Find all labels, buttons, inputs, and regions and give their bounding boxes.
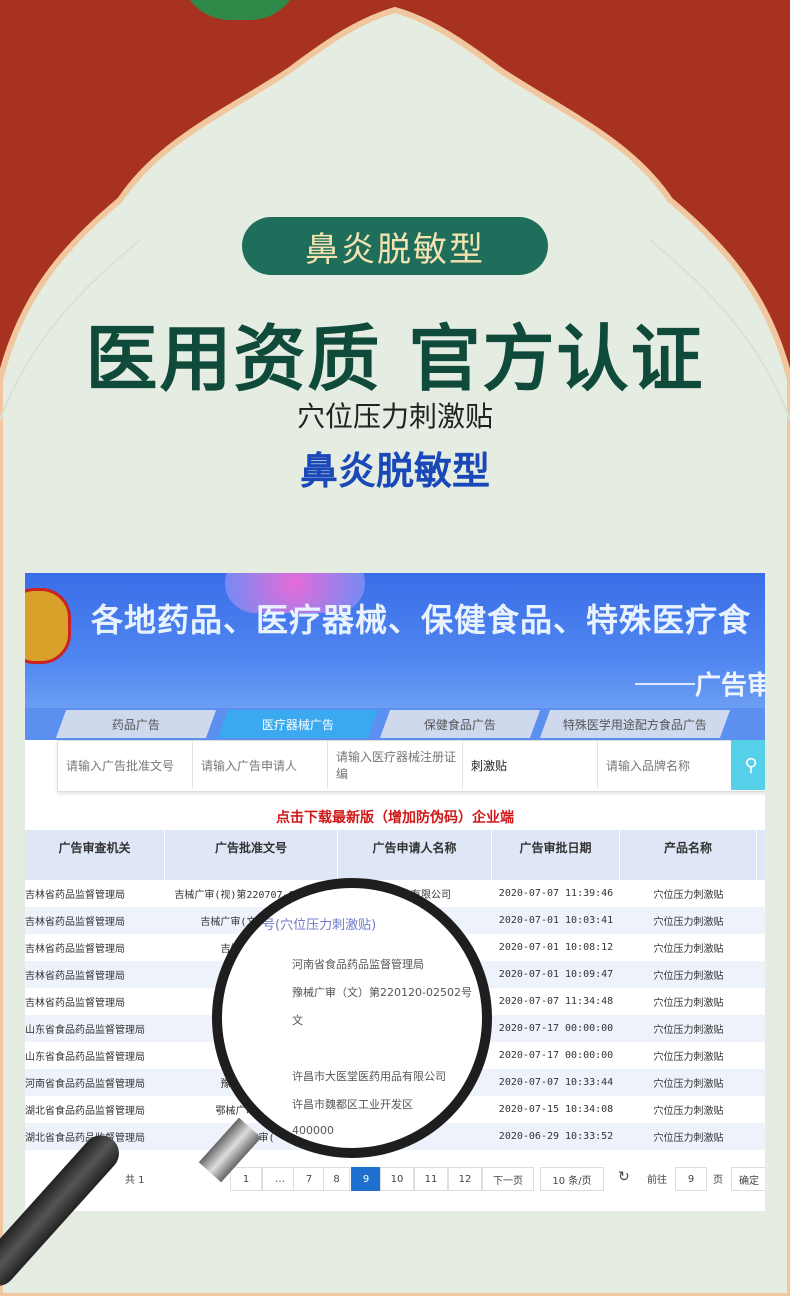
table-cell: 2020-07-01 10:09:47 [498, 969, 614, 980]
table-cell: 穴位压力刺激贴 [653, 998, 724, 1009]
download-link[interactable]: 点击下载最新版（增加防伪码）企业端 [25, 807, 765, 827]
tab-special-medical-food-ads[interactable]: 特殊医学用途配方食品广告 [539, 710, 731, 738]
table-cell: 湖北省食品药品监督管理局 [25, 1106, 145, 1117]
lens-line: 许昌市大医堂医药用品有限公司 [292, 1070, 446, 1083]
table-cell: 山东省食品药品监督管理局 [25, 1052, 145, 1063]
table-cell: 穴位压力刺激贴 [653, 971, 724, 982]
table-cell: 穴位压力刺激贴 [653, 1133, 724, 1144]
pagination: 共 1 1 … 7 8 9 10 11 12 下一页 10 条/页 ↻ 前往 9… [25, 1163, 765, 1193]
table-cell: 吉林省药品监督管理局 [25, 944, 125, 955]
lens-line: 400000 [292, 1124, 334, 1137]
table-cell: 穴位压力刺激贴 [653, 1052, 724, 1063]
goto-suffix: 页 [713, 1175, 723, 1186]
page-1[interactable]: 1 [230, 1167, 262, 1191]
page-12[interactable]: 12 [448, 1167, 482, 1191]
banner-title: 各地药品、医疗器械、保健食品、特殊医疗食 [91, 601, 752, 639]
th-product: 产品名称 [620, 830, 757, 880]
refresh-icon[interactable]: ↻ [618, 1169, 630, 1185]
table-cell: 吉林省药品监督管理局 [25, 917, 125, 928]
tab-drug-ads[interactable]: 药品广告 [55, 710, 217, 738]
per-page-label: 10 条/页 [552, 1175, 592, 1187]
lens-line: 文 [292, 1014, 303, 1027]
confirm-button[interactable]: 确定 [731, 1167, 765, 1191]
total-count: 共 1 [125, 1175, 145, 1186]
table-cell: 穴位压力刺激贴 [653, 917, 724, 928]
tab-medical-device-ads[interactable]: 医疗器械广告 [217, 710, 379, 738]
subtitle-highlight: 鼻炎脱敏型 [299, 449, 490, 493]
table-cell: 2020-07-07 11:39:46 [498, 888, 614, 899]
search-icon: ⚲ [744, 754, 758, 776]
page-9[interactable]: 9 [351, 1167, 381, 1191]
table-cell: 2020-07-07 10:33:44 [498, 1077, 614, 1088]
site-banner [25, 573, 765, 713]
emblem-icon [25, 588, 71, 664]
lens-line: 豫械广审（文）第220120-02502号 [292, 986, 472, 999]
th-applicant: 广告申请人名称 [338, 830, 492, 880]
table-cell: 2020-07-15 10:34:08 [498, 1104, 614, 1115]
lens-title: 号(穴位压力刺激贴) [262, 918, 377, 933]
table-cell: 山东省食品药品监督管理局 [25, 1025, 145, 1036]
tab-label: 特殊医学用途配方食品广告 [562, 717, 707, 732]
tab-label: 药品广告 [111, 717, 160, 732]
page-7[interactable]: 7 [293, 1167, 325, 1191]
goto-label: 前往 [647, 1175, 667, 1186]
approval-no-input[interactable]: 请输入广告批准文号 [58, 741, 193, 789]
th-authority: 广告审查机关 [25, 830, 165, 880]
table-cell: 穴位压力刺激贴 [653, 1025, 724, 1036]
table-cell: 穴位压力刺激贴 [653, 890, 724, 901]
table-cell: 2020-06-29 10:33:52 [498, 1131, 614, 1142]
table-cell: 2020-07-17 00:00:00 [498, 1050, 614, 1061]
reg-cert-input[interactable]: 请输入医疗器械注册证编 [328, 741, 463, 789]
page-8[interactable]: 8 [323, 1167, 350, 1191]
lens-line: 河南省食品药品监督管理局 [292, 958, 424, 971]
table-cell: 穴位压力刺激贴 [653, 944, 724, 955]
table-cell: 2020-07-01 10:08:12 [498, 942, 614, 953]
table-cell: 穴位压力刺激贴 [653, 1079, 724, 1090]
magnifier-lens: 号(穴位压力刺激贴) 河南省食品药品监督管理局 豫械广审（文）第220120-0… [212, 878, 492, 1158]
table-cell: 穴位压力刺激贴 [653, 1106, 724, 1117]
search-bar: 请输入广告批准文号 请输入广告申请人 请输入医疗器械注册证编 刺激贴 请输入品牌… [57, 740, 765, 792]
table-cell: 河南省食品药品监督管理局 [25, 1079, 145, 1090]
tab-health-food-ads[interactable]: 保健食品广告 [379, 710, 541, 738]
lens-line: 许昌市魏都区工业开发区 [292, 1098, 413, 1111]
applicant-input[interactable]: 请输入广告申请人 [193, 741, 328, 789]
next-page-button[interactable]: 下一页 [482, 1167, 534, 1191]
table-cell: 吉林省药品监督管理局 [25, 971, 125, 982]
subtitle: 穴位压力刺激贴 [296, 400, 493, 433]
th-approval-no: 广告批准文号 [165, 830, 338, 880]
page-10[interactable]: 10 [380, 1167, 414, 1191]
table-cell: 2020-07-01 10:03:41 [498, 915, 614, 926]
goto-page-input[interactable]: 9 [675, 1167, 707, 1191]
table-cell: 吉林省药品监督管理局 [25, 998, 125, 1009]
table-cell: 吉林省药品监督管理局 [25, 890, 125, 901]
tab-label: 保健食品广告 [423, 717, 496, 732]
banner-subtitle: 广告审 [695, 671, 765, 701]
brand-input[interactable]: 请输入品牌名称 [598, 741, 732, 789]
search-button[interactable]: ⚲ [731, 740, 765, 790]
per-page-select[interactable]: 10 条/页 [540, 1167, 604, 1191]
tab-label: 医疗器械广告 [261, 717, 334, 732]
table-cell: 2020-07-17 00:00:00 [498, 1023, 614, 1034]
headline: 医用资质 官方认证 [85, 317, 705, 401]
page-11[interactable]: 11 [414, 1167, 448, 1191]
keyword-input[interactable]: 刺激贴 [463, 741, 598, 789]
table-cell: 2020-07-07 11:34:48 [498, 996, 614, 1007]
banner-divider [635, 683, 695, 685]
th-date: 广告审批日期 [492, 830, 620, 880]
type-badge: 鼻炎脱敏型 [242, 217, 548, 275]
